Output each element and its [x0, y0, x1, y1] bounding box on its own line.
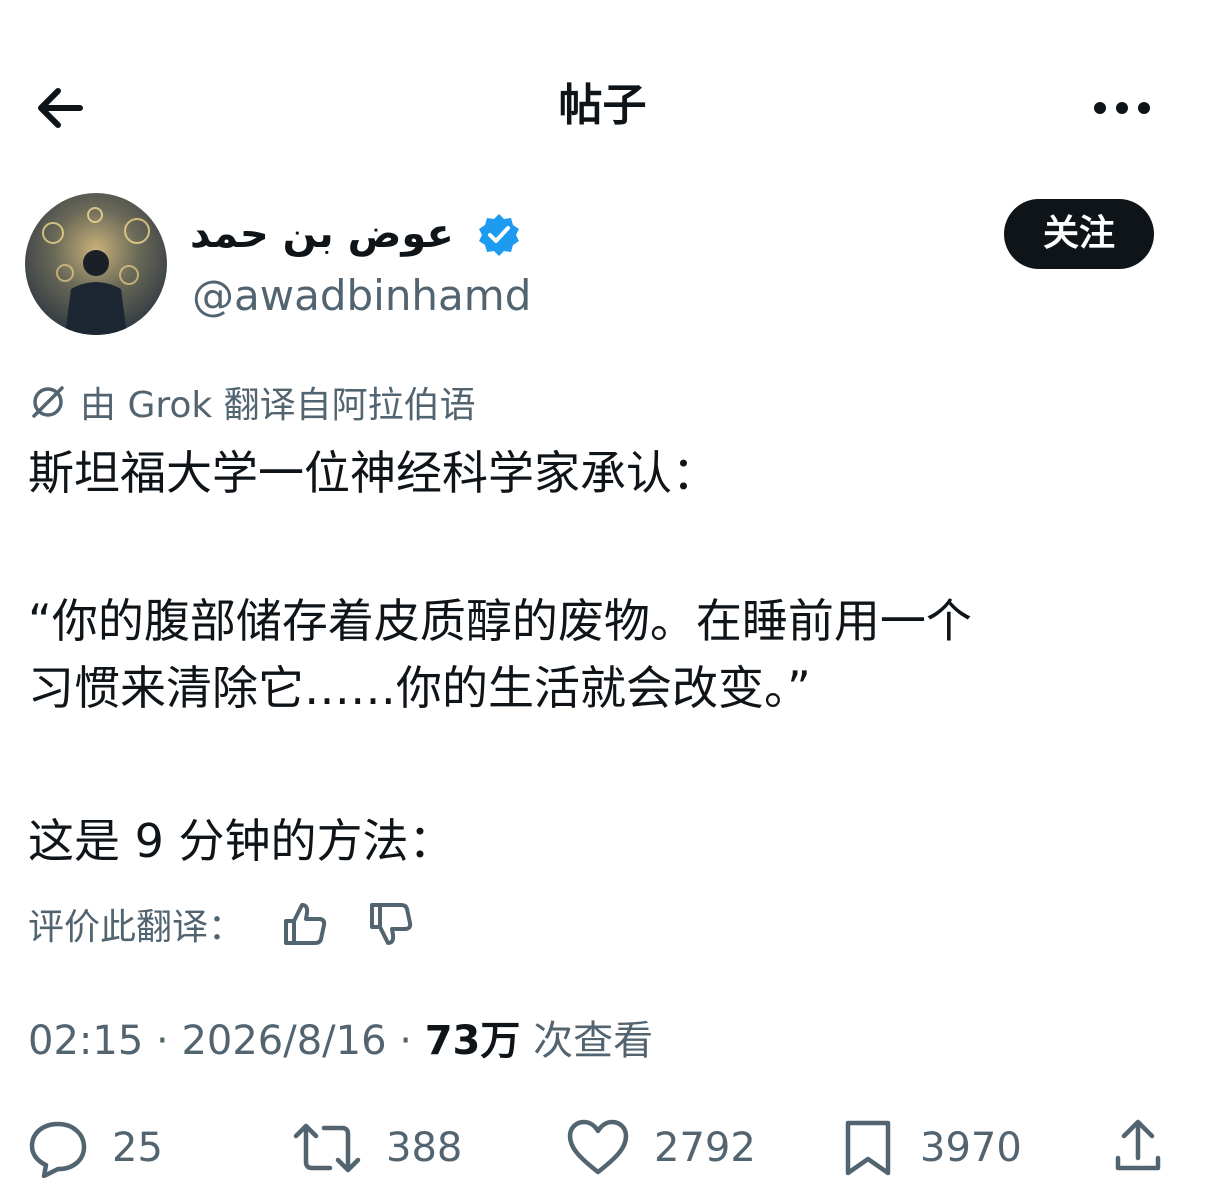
author-display-name[interactable]: عوض بن حمد	[190, 206, 454, 262]
post-text-line: 斯坦福大学一位神经科学家承认：	[28, 446, 718, 500]
retweet-button[interactable]: 388	[292, 1115, 462, 1181]
translation-note: 由 Grok 翻译自阿拉伯语	[28, 374, 476, 430]
translation-note-text: 由 Grok 翻译自阿拉伯语	[80, 385, 476, 426]
bookmark-button[interactable]: 3970	[840, 1115, 1022, 1181]
share-icon[interactable]	[1112, 1118, 1164, 1174]
like-count: 2792	[654, 1125, 756, 1171]
like-button[interactable]: 2792	[566, 1115, 756, 1181]
follow-button[interactable]: 关注	[1004, 199, 1154, 269]
meta-separator: ·	[399, 1018, 412, 1064]
post-text-line: “你的腹部储存着皮质醇的废物。在睡前用一个	[28, 594, 972, 648]
rate-translation-label: 评价此翻译：	[28, 907, 245, 948]
retweet-count: 388	[386, 1125, 463, 1171]
retweet-icon	[293, 1123, 361, 1173]
bookmark-count: 3970	[920, 1125, 1022, 1171]
post-text-line: 习惯来清除它……你的生活就会改变。”	[28, 661, 811, 715]
view-count-label: 次查看	[533, 1018, 654, 1064]
page-title: 帖子	[558, 80, 647, 131]
view-count: 73万	[424, 1018, 521, 1064]
meta-separator: ·	[156, 1018, 169, 1064]
thumbs-down-icon[interactable]	[366, 899, 416, 949]
rate-translation: 评价此翻译：	[28, 894, 416, 954]
avatar[interactable]	[25, 193, 167, 335]
bookmark-icon	[845, 1120, 891, 1176]
post-text-line: 这是 9 分钟的方法：	[28, 814, 455, 868]
heart-icon	[567, 1119, 629, 1175]
more-horizontal-icon[interactable]	[1090, 88, 1154, 128]
reply-count: 25	[112, 1125, 163, 1171]
thumbs-up-icon[interactable]	[280, 899, 330, 949]
post-date: 2026/8/16	[181, 1018, 387, 1064]
verified-badge-icon	[479, 214, 519, 256]
author-handle[interactable]: @awadbinhamd	[192, 268, 531, 324]
reply-icon	[29, 1121, 87, 1178]
translate-icon	[32, 386, 64, 418]
reply-button[interactable]: 25	[28, 1115, 163, 1181]
post-meta: 02:15 · 2026/8/16 · 73万 次查看	[28, 1011, 653, 1071]
post-time: 02:15	[28, 1018, 144, 1064]
